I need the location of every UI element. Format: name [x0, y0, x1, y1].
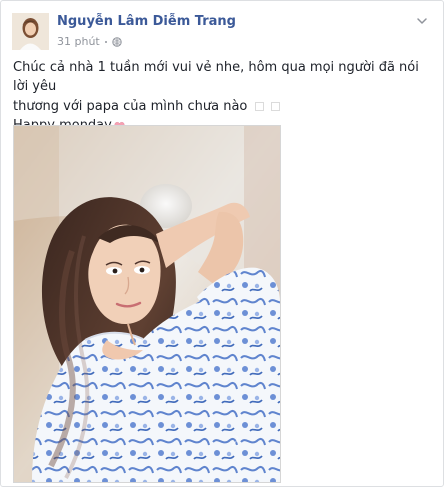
- caption-line-2: thương với papa của mình chưa nào: [13, 97, 431, 116]
- avatar[interactable]: [12, 13, 49, 50]
- emoji-placeholder-icon: [270, 102, 280, 111]
- avatar-image: [12, 13, 49, 50]
- emoji-placeholder-icon: [254, 102, 264, 111]
- facebook-post: Nguyễn Lâm Diễm Trang 31 phút Chúc cả nh…: [0, 0, 444, 487]
- caption-line-1: Chúc cả nhà 1 tuần mới vui vẻ nhe, hôm q…: [13, 60, 419, 94]
- globe-icon[interactable]: [112, 36, 122, 47]
- post-photo[interactable]: 2: [13, 125, 281, 483]
- post-photo-image: 2: [14, 126, 280, 482]
- post-meta: 31 phút: [57, 35, 122, 48]
- chevron-down-icon[interactable]: [416, 16, 428, 26]
- author-name[interactable]: Nguyễn Lâm Diễm Trang: [57, 14, 236, 29]
- caption-line-2-text: thương với papa của mình chưa nào: [13, 99, 248, 114]
- post-time[interactable]: 31 phút: [57, 35, 100, 48]
- svg-text:2: 2: [231, 434, 240, 450]
- separator-dot: [104, 41, 107, 43]
- post-caption: Chúc cả nhà 1 tuần mới vui vẻ nhe, hôm q…: [13, 58, 431, 135]
